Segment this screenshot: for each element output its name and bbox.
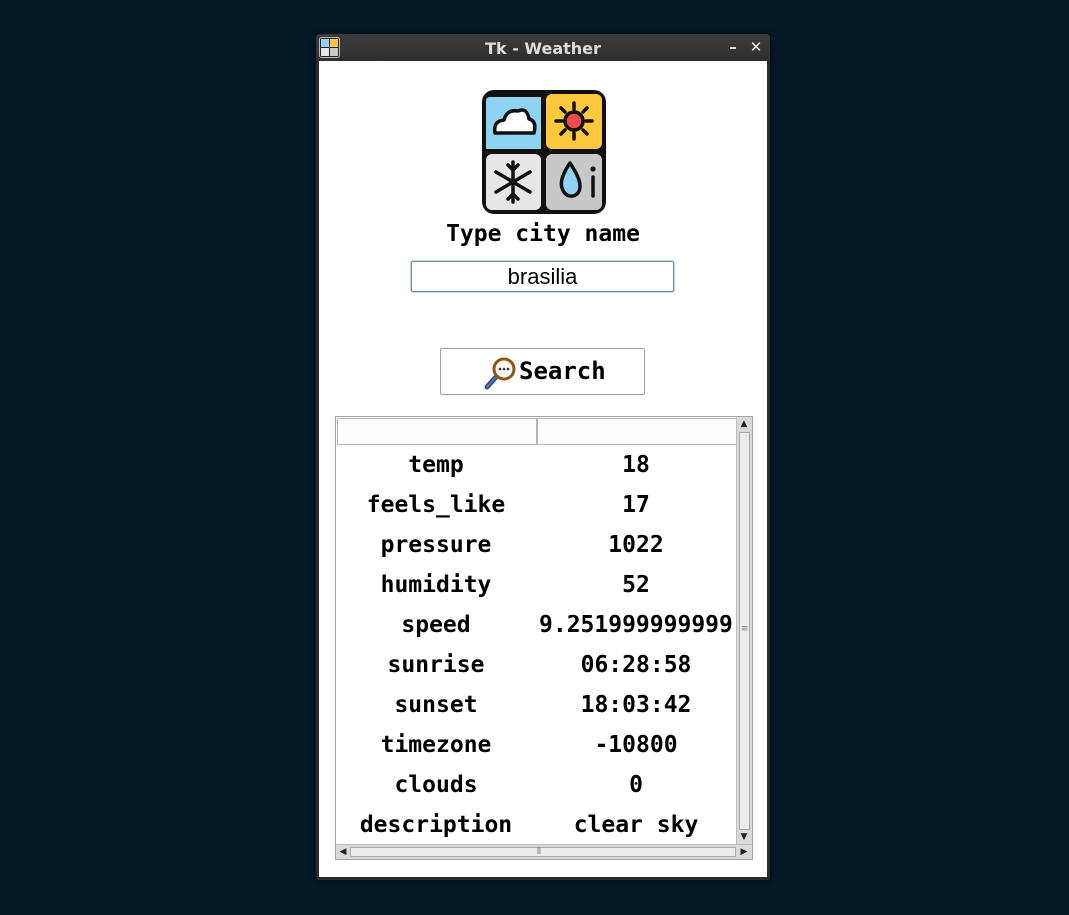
app-window: Tk - Weather – ✕ Type city name brasilia… (316, 34, 770, 880)
table-row[interactable]: sunrise 06:28:58 (336, 645, 736, 685)
row-value: clear sky (573, 812, 699, 838)
horizontal-scroll-thumb[interactable]: ⦀ (350, 847, 736, 857)
weather-table[interactable]: temp 18 feels_like 17 pressure 1022 humidit… (335, 416, 753, 860)
title-bar[interactable]: Tk - Weather – ✕ (316, 34, 770, 61)
grip-icon: ≡ (741, 624, 749, 634)
row-key: feels_like (366, 492, 506, 518)
row-key: sunset (394, 692, 478, 718)
table-row[interactable]: speed 9.251999999999 (336, 605, 736, 645)
vertical-scroll-thumb[interactable]: ≡ (739, 432, 750, 830)
row-key: sunrise (387, 652, 485, 678)
row-value: -10800 (594, 732, 678, 758)
grip-icon: ⦀ (537, 847, 541, 857)
table-row[interactable]: sunset 18:03:42 (336, 685, 736, 725)
table-row[interactable]: feels_like 17 (336, 485, 736, 525)
table-header (337, 418, 737, 445)
table-row[interactable]: description clear sky (336, 805, 736, 845)
scroll-left-arrow-icon[interactable]: ◀ (337, 846, 349, 858)
window-title: Tk - Weather (485, 39, 601, 58)
search-button[interactable]: Search (440, 348, 645, 395)
row-value: 9.251999999999 (539, 612, 733, 638)
table-body: temp 18 feels_like 17 pressure 1022 humidit… (336, 445, 736, 845)
row-key: temp (408, 452, 464, 478)
row-value: 52 (622, 572, 650, 598)
close-button[interactable]: ✕ (747, 38, 765, 56)
row-value: 0 (629, 772, 643, 798)
row-key: speed (401, 612, 471, 638)
magnifier-icon (484, 357, 516, 390)
minimize-button[interactable]: – (724, 38, 742, 56)
row-key: timezone (380, 732, 492, 758)
row-key: clouds (394, 772, 478, 798)
weather-logo-icon (482, 90, 606, 214)
row-key: description (359, 812, 513, 838)
row-value: 1022 (608, 532, 664, 558)
scroll-right-arrow-icon[interactable]: ▶ (738, 846, 750, 858)
row-value: 17 (622, 492, 650, 518)
scroll-up-arrow-icon[interactable]: ▲ (738, 418, 750, 430)
city-input[interactable] (410, 260, 675, 293)
table-row[interactable]: timezone -10800 (336, 725, 736, 765)
window-content: Type city name Search temp 18 feels_like 1… (319, 61, 767, 877)
scroll-down-arrow-icon[interactable]: ▼ (738, 831, 750, 843)
table-row[interactable]: humidity 52 (336, 565, 736, 605)
row-key: humidity (380, 572, 492, 598)
row-value: 06:28:58 (580, 652, 692, 678)
vertical-scrollbar[interactable]: ▲ ≡ ▼ (736, 417, 752, 845)
column-header-key[interactable] (337, 418, 537, 445)
horizontal-scrollbar[interactable]: ◀ ⦀ ▶ (336, 844, 752, 859)
row-value: 18:03:42 (580, 692, 692, 718)
row-key: pressure (380, 532, 492, 558)
column-header-value[interactable] (537, 418, 737, 445)
table-row[interactable]: temp 18 (336, 445, 736, 485)
table-row[interactable]: pressure 1022 (336, 525, 736, 565)
table-row[interactable]: clouds 0 (336, 765, 736, 805)
city-prompt-label: Type city name (446, 221, 640, 247)
row-value: 18 (622, 452, 650, 478)
search-button-label: Search (519, 357, 606, 385)
